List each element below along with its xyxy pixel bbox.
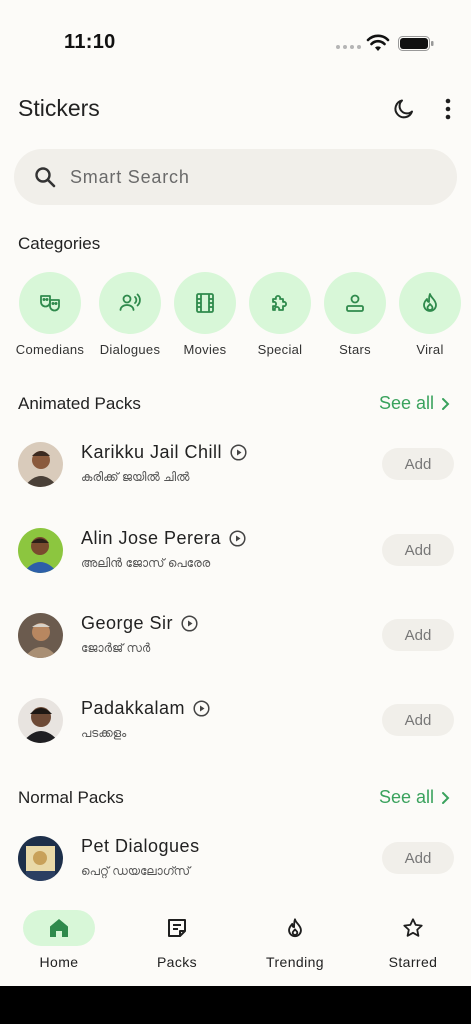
category-dialogues[interactable]: Dialogues <box>94 272 166 357</box>
add-pack-button[interactable]: Add <box>382 619 454 651</box>
pack-avatar <box>18 698 63 743</box>
search-input[interactable] <box>70 166 410 188</box>
pack-subtitle: ജോർജ് സർ <box>81 641 151 655</box>
animated-packs-title: Animated Packs <box>18 394 141 413</box>
home-icon <box>50 919 68 937</box>
category-movies[interactable]: Movies <box>169 272 241 357</box>
pack-title: Padakkalam <box>81 698 210 719</box>
category-label: Dialogues <box>99 342 161 357</box>
search-bar[interactable] <box>14 149 457 205</box>
nav-label: Starred <box>388 954 438 970</box>
search-icon <box>33 165 57 189</box>
pack-title: George Sir <box>81 613 198 634</box>
cellular-signal-icon <box>336 45 361 49</box>
nav-packs[interactable]: Packs <box>122 910 232 970</box>
add-pack-button[interactable]: Add <box>382 534 454 566</box>
category-label: Comedians <box>15 342 85 357</box>
speaking-person-icon <box>119 293 141 311</box>
category-comedians[interactable]: Comedians <box>14 272 86 357</box>
status-bar: 11:10 <box>0 0 471 80</box>
play-circle-icon <box>230 444 247 461</box>
pack-subtitle: പടക്കളം <box>81 726 127 740</box>
nav-label: Home <box>39 954 79 970</box>
add-pack-button[interactable]: Add <box>382 448 454 480</box>
nav-starred[interactable]: Starred <box>358 910 468 970</box>
more-options-button[interactable] <box>438 95 458 123</box>
category-label: Stars <box>339 342 371 357</box>
categories-title: Categories <box>18 234 101 253</box>
pack-name: Pet Dialogues <box>81 836 200 856</box>
pack-subtitle: പെറ്റ് ഡയലോഗ്സ് <box>81 864 191 878</box>
pack-title: Pet Dialogues <box>81 836 200 857</box>
puzzle-icon <box>272 295 287 311</box>
normal-packs-title: Normal Packs <box>18 788 124 807</box>
person-badge-icon <box>346 294 364 312</box>
page-title: Stickers <box>18 95 100 121</box>
pack-avatar <box>18 528 63 573</box>
app-screen: 11:10 Stickers Smart Search Categories C… <box>0 0 471 986</box>
dark-mode-button[interactable] <box>390 95 418 123</box>
status-time: 11:10 <box>64 31 116 53</box>
chevron-right-icon <box>442 397 450 410</box>
flame-icon <box>423 293 437 312</box>
pack-row[interactable]: George Sir ജോർജ് സർ Add <box>0 605 471 675</box>
pack-title: Alin Jose Perera <box>81 528 246 549</box>
play-circle-icon <box>181 615 198 632</box>
film-icon <box>196 293 214 313</box>
add-pack-button[interactable]: Add <box>382 704 454 736</box>
pack-title: Karikku Jail Chill <box>81 442 247 463</box>
star-icon <box>403 918 423 937</box>
more-vertical-icon <box>445 98 451 120</box>
nav-home[interactable]: Home <box>4 910 114 970</box>
category-label: Movies <box>183 342 227 357</box>
pack-row[interactable]: Padakkalam പടക്കളം Add <box>0 690 471 760</box>
nav-trending[interactable]: Trending <box>240 910 350 970</box>
masks-icon <box>40 295 60 312</box>
pack-row[interactable]: Pet Dialogues പെറ്റ് ഡയലോഗ്സ് Add <box>0 828 471 898</box>
system-navigation-area <box>0 986 471 1024</box>
categories-row: Comedians Dialogues Movies Special Stars… <box>14 272 471 362</box>
category-special[interactable]: Special <box>244 272 316 357</box>
category-label: Special <box>257 342 303 357</box>
pack-avatar <box>18 613 63 658</box>
play-circle-icon <box>193 700 210 717</box>
moon-icon <box>394 99 413 119</box>
packs-icon <box>168 919 186 937</box>
play-circle-icon <box>229 530 246 547</box>
see-all-label: See all <box>379 393 435 413</box>
pack-avatar <box>18 836 63 881</box>
bottom-navigation: Home Packs Trending Starred <box>0 900 471 986</box>
category-stars[interactable]: Stars <box>319 272 391 357</box>
category-label: Viral <box>416 342 444 357</box>
pack-avatar <box>18 442 63 487</box>
normal-packs-see-all-link[interactable]: See all <box>379 787 450 808</box>
pack-name: George Sir <box>81 613 174 633</box>
pack-name: Padakkalam <box>81 698 186 718</box>
battery-icon <box>398 36 434 51</box>
see-all-label: See all <box>379 787 435 807</box>
category-viral[interactable]: Viral <box>394 272 466 357</box>
pack-row[interactable]: Alin Jose Perera അലിൻ ജോസ് പെരേര Add <box>0 520 471 590</box>
pack-row[interactable]: Karikku Jail Chill കരിക്ക് ജയിൽ ചിൽ Add <box>0 434 471 504</box>
nav-label: Trending <box>266 954 324 970</box>
nav-label: Packs <box>156 954 198 970</box>
pack-subtitle: അലിൻ ജോസ് പെരേര <box>81 556 211 570</box>
add-pack-button[interactable]: Add <box>382 842 454 874</box>
wifi-icon <box>366 34 390 51</box>
flame-icon <box>288 918 302 938</box>
pack-name: Alin Jose Perera <box>81 528 222 548</box>
pack-name: Karikku Jail Chill <box>81 442 223 462</box>
chevron-right-icon <box>442 791 450 804</box>
animated-packs-see-all-link[interactable]: See all <box>379 393 450 414</box>
pack-subtitle: കരിക്ക് ജയിൽ ചിൽ <box>81 470 190 484</box>
